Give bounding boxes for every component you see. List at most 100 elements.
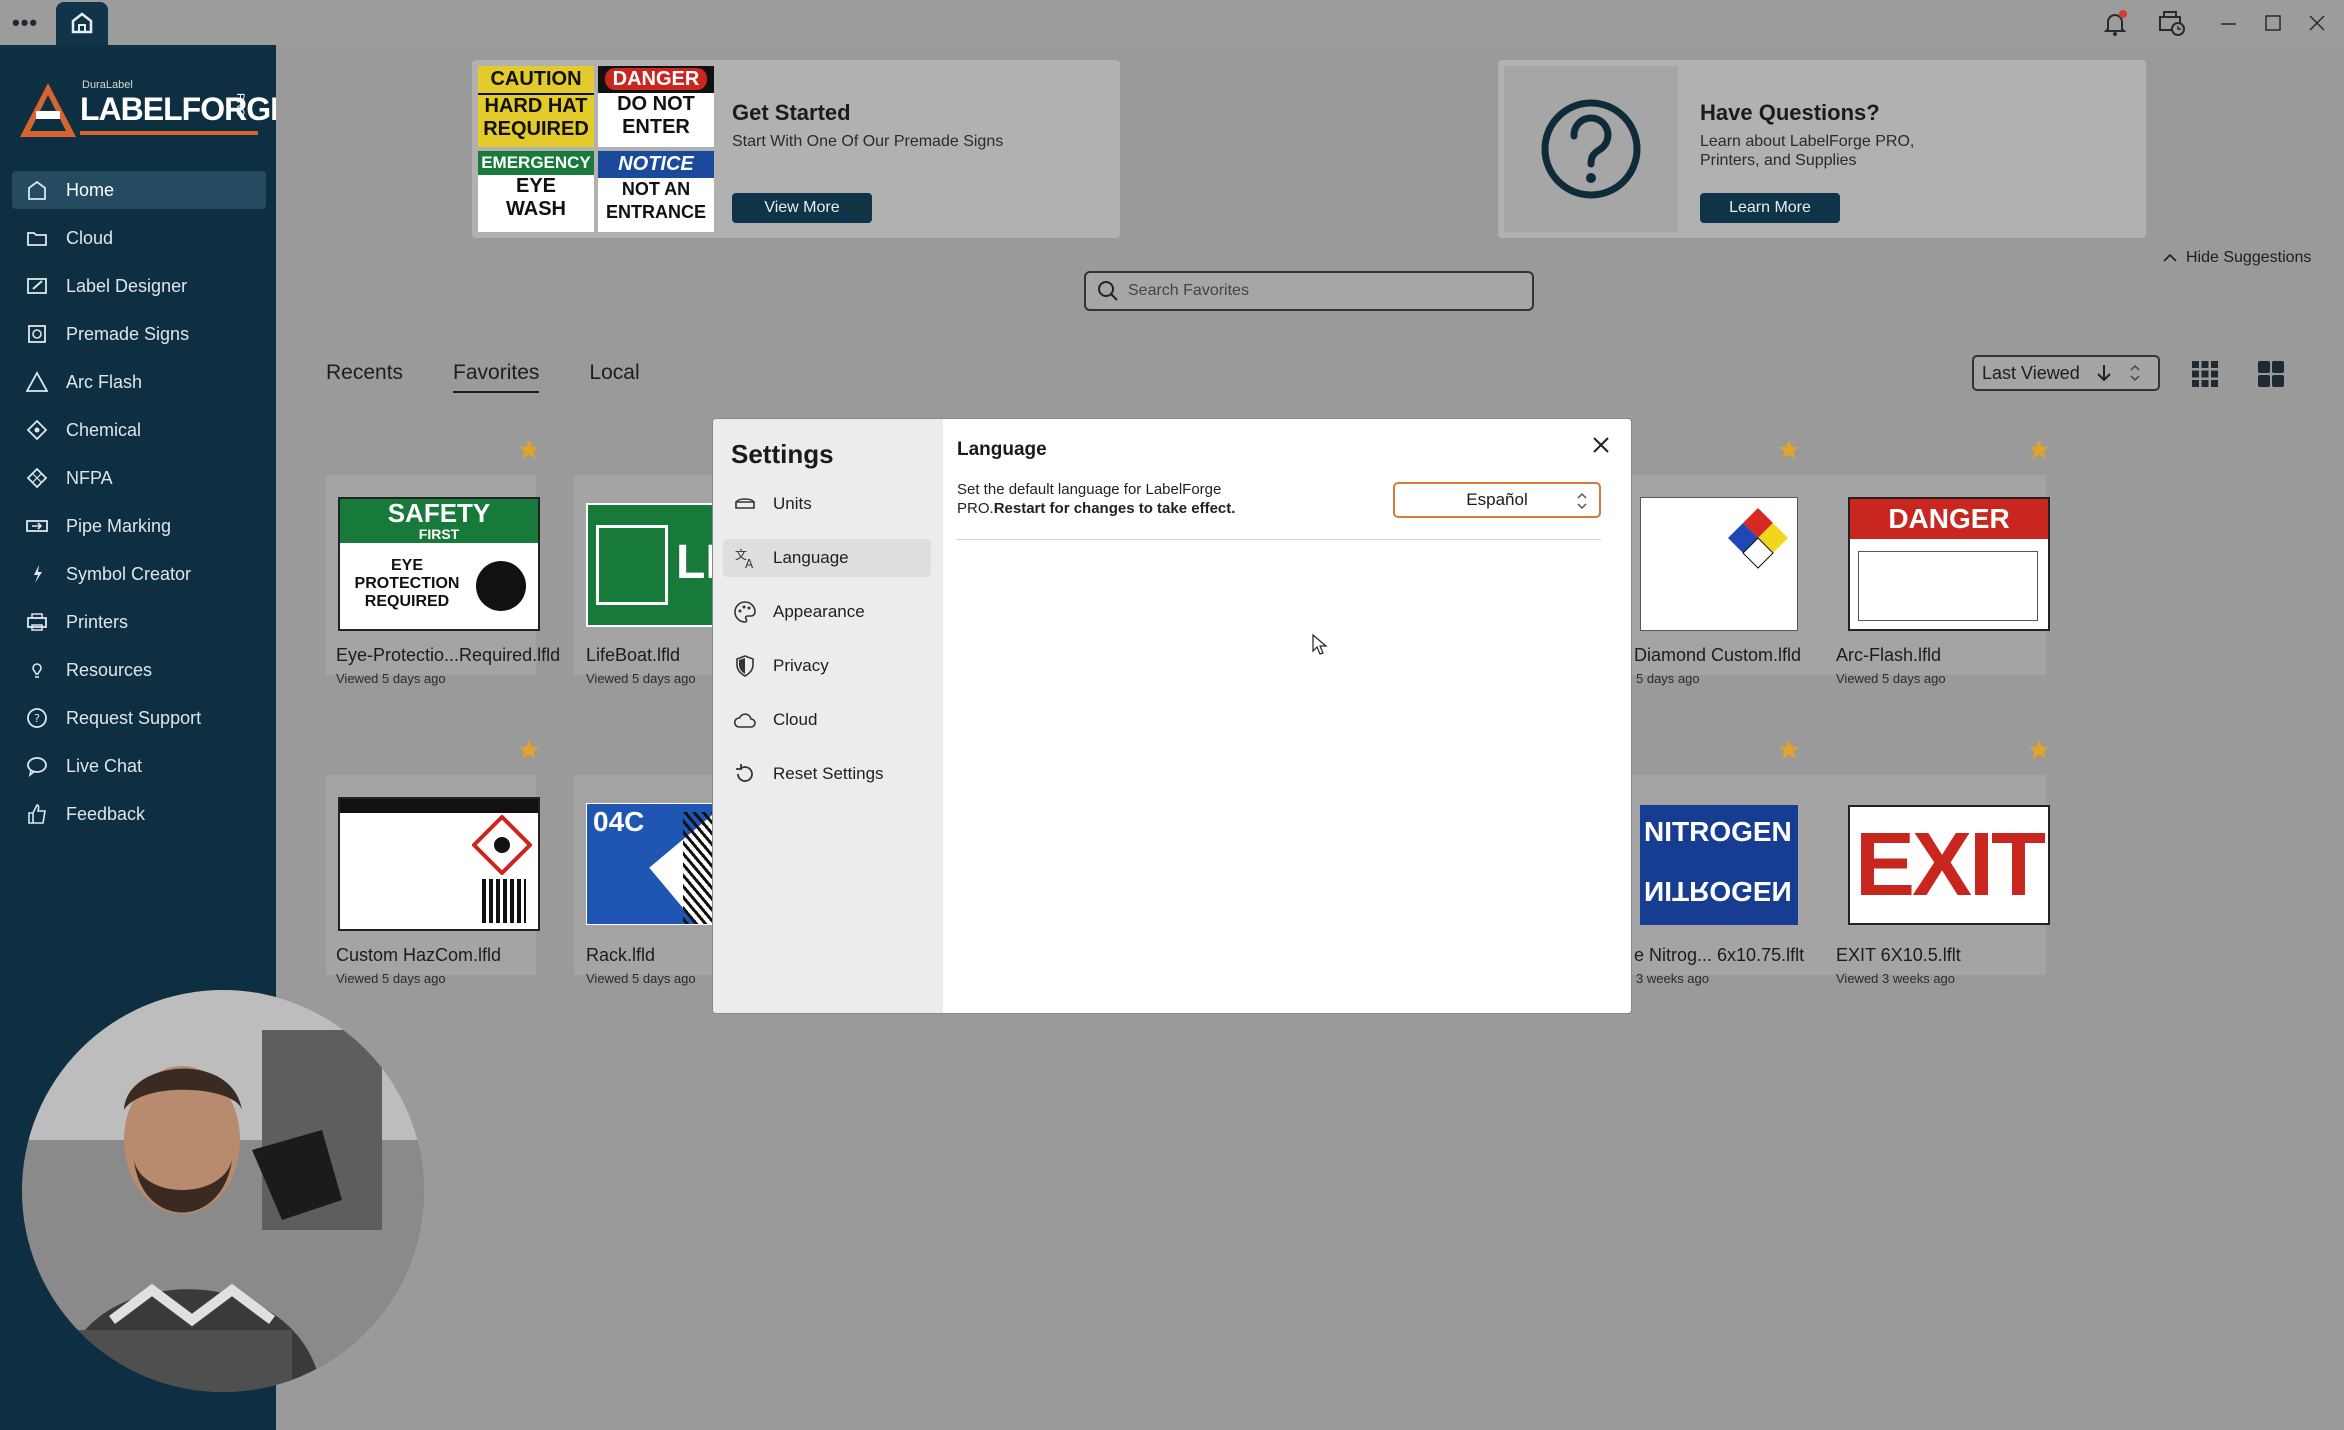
printer-status-icon[interactable] bbox=[2156, 8, 2186, 38]
search-favorites-input[interactable]: Search Favorites bbox=[1084, 271, 1534, 311]
hide-suggestions-button[interactable]: Hide Suggestions bbox=[2162, 249, 2311, 267]
get-started-subtitle: Start With One Of Our Premade Signs bbox=[732, 133, 1004, 150]
sidebar-item-feedback[interactable]: Feedback bbox=[12, 795, 266, 833]
grid-small-view-icon[interactable] bbox=[2190, 359, 2220, 389]
tab-local[interactable]: Local bbox=[589, 361, 639, 393]
sort-select[interactable]: Last Viewed bbox=[1972, 355, 2160, 391]
grid-large-view-icon[interactable] bbox=[2256, 359, 2286, 389]
sidebar-item-live-chat[interactable]: Live Chat bbox=[12, 747, 266, 785]
sidebar-item-resources[interactable]: Resources bbox=[12, 651, 266, 689]
sidebar-item-label: Resources bbox=[66, 659, 153, 680]
sidebar-item-pipe-marking[interactable]: Pipe Marking bbox=[12, 507, 266, 545]
svg-text:?: ? bbox=[34, 712, 40, 725]
sidebar-item-premade-signs[interactable]: Premade Signs bbox=[12, 315, 266, 353]
symbol-creator-icon bbox=[24, 561, 50, 587]
language-select[interactable]: Español bbox=[1393, 482, 1601, 518]
sidebar-item-printers[interactable]: Printers bbox=[12, 603, 266, 641]
sidebar-item-label: Label Designer bbox=[66, 275, 188, 296]
logo-small-text: DuraLabel bbox=[82, 79, 133, 91]
file-name: Custom HazCom.lfld bbox=[336, 945, 502, 965]
sidebar-item-label: Request Support bbox=[66, 707, 202, 728]
pipe-marking-icon bbox=[24, 513, 50, 539]
labelforge-logo: DuraLabel LABELFORGE PRO bbox=[18, 75, 291, 145]
cloud-folder-icon bbox=[24, 225, 50, 251]
thumbs-up-icon bbox=[24, 801, 50, 827]
favorite-star-icon[interactable] bbox=[518, 739, 540, 761]
settings-item-units[interactable]: Units bbox=[723, 485, 931, 523]
sign-danger: DANGER DO NOT ENTER bbox=[598, 66, 714, 147]
resources-icon bbox=[24, 657, 50, 683]
favorite-star-icon[interactable] bbox=[518, 439, 540, 461]
tab-recents[interactable]: Recents bbox=[326, 361, 403, 393]
logo-underline bbox=[80, 131, 258, 135]
logo-mark-icon bbox=[20, 83, 76, 137]
label-designer-icon bbox=[24, 273, 50, 299]
get-started-title: Get Started bbox=[732, 100, 851, 125]
settings-title: Settings bbox=[731, 439, 834, 469]
settings-item-cloud[interactable]: Cloud bbox=[723, 701, 931, 739]
printer-icon bbox=[24, 609, 50, 635]
notification-bell-icon[interactable] bbox=[2100, 8, 2130, 38]
favorite-star-icon[interactable] bbox=[2028, 739, 2050, 761]
sidebar-item-label: NFPA bbox=[66, 467, 113, 488]
settings-item-privacy[interactable]: Privacy bbox=[723, 647, 931, 685]
sidebar-item-label: Symbol Creator bbox=[66, 563, 192, 584]
settings-sidebar: Settings Units 文A Language Appearance Pr… bbox=[713, 419, 943, 1013]
sidebar-item-label: Live Chat bbox=[66, 755, 143, 776]
language-description: Set the default language for LabelForge … bbox=[957, 481, 1236, 517]
sidebar-item-label: Pipe Marking bbox=[66, 515, 172, 536]
file-name: Eye-Protectio...Required.lfld bbox=[336, 645, 561, 665]
file-thumbnail: DANGER bbox=[1848, 497, 2050, 631]
sidebar-item-home[interactable]: Home bbox=[12, 171, 266, 209]
learn-more-button[interactable]: Learn More bbox=[1700, 193, 1840, 223]
tab-favorites[interactable]: Favorites bbox=[453, 361, 540, 393]
window-close-icon[interactable] bbox=[2302, 8, 2332, 38]
favorite-star-icon[interactable] bbox=[1778, 739, 1800, 761]
sidebar-item-symbol-creator[interactable]: Symbol Creator bbox=[12, 555, 266, 593]
maximize-icon[interactable] bbox=[2258, 8, 2288, 38]
shield-icon bbox=[731, 652, 759, 680]
app-menu-button[interactable]: ••• bbox=[12, 10, 42, 35]
favorite-star-icon[interactable] bbox=[1778, 439, 1800, 461]
sidebar-item-nfpa[interactable]: NFPA bbox=[12, 459, 266, 497]
chat-icon bbox=[24, 753, 50, 779]
sidebar-item-arc-flash[interactable]: Arc Flash bbox=[12, 363, 266, 401]
sidebar-item-chemical[interactable]: Chemical bbox=[12, 411, 266, 449]
file-thumbnail bbox=[1640, 497, 1798, 631]
lifeboat-icon bbox=[596, 525, 668, 605]
settings-item-language[interactable]: 文A Language bbox=[723, 539, 931, 577]
get-started-card: CAUTION HARD HAT REQUIRED DANGER DO NOT … bbox=[472, 60, 1120, 238]
logo-pro-text: PRO bbox=[234, 93, 246, 117]
sidebar-item-label: Cloud bbox=[66, 227, 114, 248]
sidebar-item-request-support[interactable]: ? Request Support bbox=[12, 699, 266, 737]
nfpa-icon bbox=[24, 465, 50, 491]
file-thumbnail: NITROGEN ➔ NITROGEN ➔ bbox=[1640, 805, 1798, 925]
language-section-title: Language bbox=[957, 439, 1047, 460]
reset-icon bbox=[731, 760, 759, 788]
nfpa-diamond-icon bbox=[1728, 508, 1788, 569]
favorite-star-icon[interactable] bbox=[2028, 439, 2050, 461]
view-more-button[interactable]: View More bbox=[732, 193, 872, 223]
settings-item-reset-settings[interactable]: Reset Settings bbox=[723, 755, 931, 793]
close-icon[interactable] bbox=[1589, 433, 1613, 457]
file-tabs: Recents Favorites Local bbox=[326, 361, 690, 393]
minimize-icon[interactable] bbox=[2214, 8, 2244, 38]
file-name: Diamond Custom.lfld bbox=[1634, 645, 1802, 665]
goggles-icon bbox=[476, 561, 526, 611]
sidebar-item-cloud[interactable]: Cloud bbox=[12, 219, 266, 257]
settings-dialog: Settings Units 文A Language Appearance Pr… bbox=[712, 418, 1632, 1014]
file-viewed: Viewed 5 days ago bbox=[1836, 671, 1946, 686]
file-viewed: Viewed 3 weeks ago bbox=[1836, 971, 1956, 986]
section-divider bbox=[957, 539, 1601, 540]
sidebar-item-label: Feedback bbox=[66, 803, 146, 824]
file-thumbnail: SAFETY FIRST EYE PROTECTION REQUIRED bbox=[338, 497, 540, 631]
file-viewed: 5 days ago bbox=[1636, 671, 1700, 686]
sidebar-item-label-designer[interactable]: Label Designer bbox=[12, 267, 266, 305]
home-tab[interactable] bbox=[56, 2, 108, 45]
updown-chevron-icon bbox=[2130, 364, 2140, 382]
arc-flash-icon bbox=[24, 369, 50, 395]
settings-item-appearance[interactable]: Appearance bbox=[723, 593, 931, 631]
file-name: Rack.lfld bbox=[586, 945, 656, 965]
have-questions-title: Have Questions? bbox=[1700, 100, 1880, 125]
file-viewed: Viewed 5 days ago bbox=[586, 671, 696, 686]
